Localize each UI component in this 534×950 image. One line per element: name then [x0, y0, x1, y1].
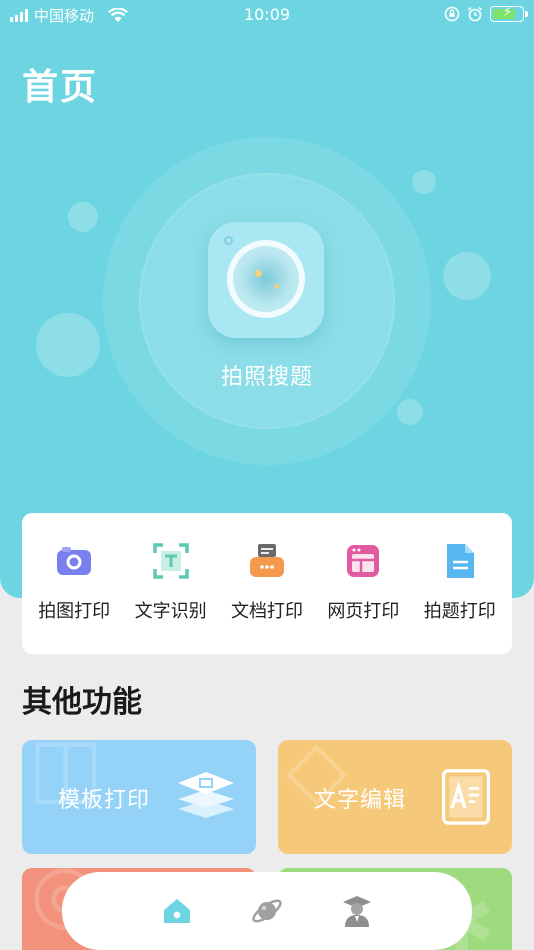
photo-search-label: 拍照搜题: [220, 365, 313, 390]
camera-icon: [57, 547, 92, 575]
tab-home[interactable]: [157, 891, 197, 931]
stack-layers-icon: [178, 772, 234, 818]
bottom-tab-bar: [62, 872, 472, 950]
battery-icon: ⚡: [490, 5, 528, 22]
camera-flash-icon: [224, 236, 233, 245]
hero-banner: 中国移动 10:09 ⚡ 首页 拍照搜题: [0, 0, 534, 598]
tab-discover[interactable]: [247, 891, 287, 931]
camera-lens-icon: [233, 246, 299, 312]
student-icon: [343, 896, 371, 927]
alarm-icon: [467, 6, 483, 22]
decor-bubble: [443, 252, 491, 300]
feature-label: 模板打印: [58, 788, 151, 813]
feature-text-edit[interactable]: ◇ 文字编辑: [278, 740, 512, 854]
feature-label: 文字编辑: [314, 788, 407, 813]
quick-action-label: 文档打印: [230, 601, 303, 622]
decor-bubble: [68, 202, 98, 232]
tab-profile[interactable]: [337, 891, 377, 931]
status-bar: 中国移动 10:09 ⚡: [0, 0, 534, 32]
quick-action-doc-print[interactable]: 文档打印: [221, 513, 313, 654]
quick-action-label: 拍题打印: [423, 601, 496, 622]
quick-action-text-recognition[interactable]: 文字识别: [125, 513, 217, 654]
page-title: 首页: [22, 67, 99, 108]
home-icon: [164, 899, 190, 923]
planet-icon: [252, 899, 282, 923]
webpage-icon: [347, 545, 380, 577]
quick-action-question-print[interactable]: 拍题打印: [414, 513, 506, 654]
quick-action-label: 网页打印: [327, 601, 400, 622]
orientation-lock-icon: [444, 6, 460, 22]
photo-search-button[interactable]: [208, 222, 324, 338]
decor-bubble: [412, 170, 436, 194]
quick-action-label: 文字识别: [134, 601, 207, 622]
feature-template-print[interactable]: ◫ 模板打印: [22, 740, 256, 854]
quick-action-label: 拍图打印: [38, 601, 111, 622]
scan-text-icon: [152, 543, 189, 579]
decor-bubble: [397, 399, 423, 425]
printer-icon: [249, 544, 284, 577]
quick-action-photo-print[interactable]: 拍图打印: [28, 513, 120, 654]
text-edit-icon: [441, 769, 491, 825]
quick-action-web-print[interactable]: 网页打印: [317, 513, 409, 654]
document-icon: [446, 544, 474, 578]
section-title-other: 其他功能: [22, 685, 142, 720]
quick-actions-card: 拍图打印 文字识别 文档打印 网页打印 拍题打印: [22, 513, 512, 654]
